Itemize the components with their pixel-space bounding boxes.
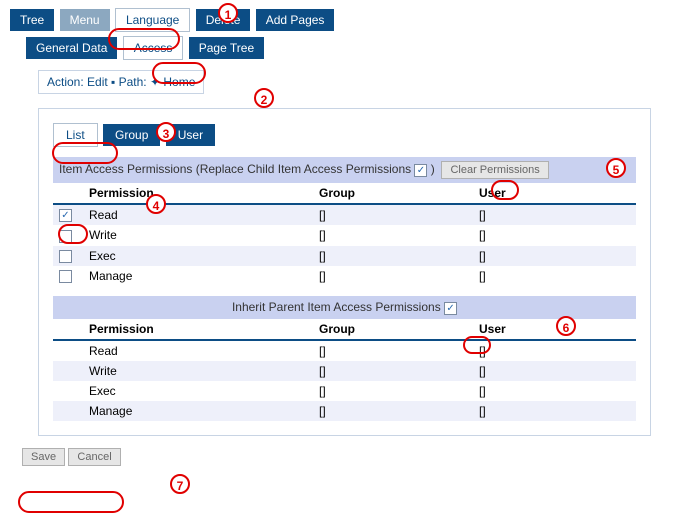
col-group: Group (313, 183, 473, 204)
tab-tree[interactable]: Tree (10, 9, 54, 31)
inh-write-label: Write (83, 361, 313, 381)
cancel-button[interactable]: Cancel (68, 448, 120, 466)
perm-read-group: [] (313, 204, 473, 225)
tab-add-pages[interactable]: Add Pages (256, 9, 335, 31)
inh-manage-user: [] (473, 401, 636, 421)
inh-manage-group: [] (313, 401, 473, 421)
perm-manage-label: Manage (83, 266, 313, 286)
inh-write-user: [] (473, 361, 636, 381)
perm-exec-group: [] (313, 246, 473, 266)
subtab-user[interactable]: User (166, 124, 215, 146)
inh-read-group: [] (313, 340, 473, 361)
tab-delete[interactable]: Delete (196, 9, 251, 31)
perm-write-label: Write (83, 225, 313, 245)
perm-manage-group: [] (313, 266, 473, 286)
clear-permissions-button[interactable]: Clear Permissions (441, 161, 548, 179)
inh-exec-user: [] (473, 381, 636, 401)
col-permission: Permission (83, 183, 313, 204)
section2-title: Inherit Parent Item Access Permissions (232, 300, 441, 314)
perm-read-checkbox[interactable]: ✓ (59, 209, 72, 222)
tab-menu[interactable]: Menu (60, 9, 110, 31)
inh-read-label: Read (83, 340, 313, 361)
content-panel: List Group User Item Access Permissions … (38, 108, 651, 436)
ring-7 (18, 491, 124, 513)
perm-write-group: [] (313, 225, 473, 245)
perm-write-user: [] (473, 225, 636, 245)
col2-user: User (473, 319, 636, 340)
perm-read-user: [] (473, 204, 636, 225)
inh-exec-group: [] (313, 381, 473, 401)
perm-exec-label: Exec (83, 246, 313, 266)
permission-scope-tabs: List Group User (53, 123, 636, 147)
col-user: User (473, 183, 636, 204)
tab-language[interactable]: Language (115, 8, 190, 32)
sub-tabbar: General Data Access Page Tree (26, 36, 681, 60)
top-tabbar: Tree Menu Language Delete Add Pages (10, 8, 681, 32)
perm-exec-user: [] (473, 246, 636, 266)
permissions-table: Item Access Permissions (Replace Child I… (53, 157, 636, 421)
perm-read-label: Read (83, 204, 313, 225)
col2-group: Group (313, 319, 473, 340)
tab-general-data[interactable]: General Data (26, 37, 117, 59)
section1-title: Item Access Permissions (Replace Child I… (59, 162, 411, 176)
replace-child-checkbox[interactable]: ✓ (414, 164, 427, 177)
tab-access[interactable]: Access (123, 36, 184, 60)
tab-page-tree[interactable]: Page Tree (189, 37, 264, 59)
subtab-list[interactable]: List (53, 123, 98, 147)
col2-permission: Permission (83, 319, 313, 340)
inherit-parent-checkbox[interactable]: ✓ (444, 302, 457, 315)
annotation-7: 7 (170, 474, 190, 494)
breadcrumb: Action: Edit ▪ Path: ✦ Home (38, 70, 204, 94)
inh-read-user: [] (473, 340, 636, 361)
perm-manage-checkbox[interactable] (59, 270, 72, 283)
annotation-2: 2 (254, 88, 274, 108)
inh-manage-label: Manage (83, 401, 313, 421)
inh-exec-label: Exec (83, 381, 313, 401)
perm-exec-checkbox[interactable] (59, 250, 72, 263)
inh-write-group: [] (313, 361, 473, 381)
save-button[interactable]: Save (22, 448, 65, 466)
perm-write-checkbox[interactable] (59, 230, 72, 243)
subtab-group[interactable]: Group (103, 124, 160, 146)
perm-manage-user: [] (473, 266, 636, 286)
